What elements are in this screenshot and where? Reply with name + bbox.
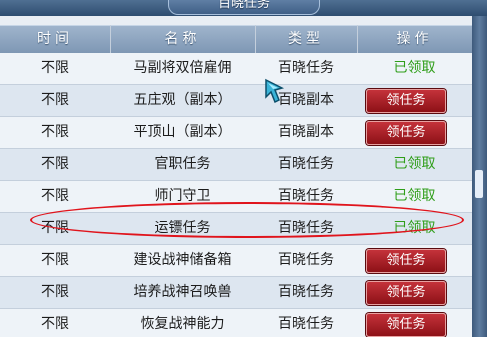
table-row[interactable]: 不限 恢复战神能力 百晓任务 领任务 (0, 309, 472, 337)
accept-task-button[interactable]: 领任务 (366, 89, 446, 113)
accept-task-button[interactable]: 领任务 (366, 313, 446, 337)
task-type-cell: 百晓任务 (278, 284, 334, 300)
accept-task-button[interactable]: 领任务 (366, 121, 446, 145)
task-name-cell: 恢复战神能力 (140, 316, 225, 332)
table-row[interactable]: 不限 官职任务 百晓任务 已领取 (0, 149, 472, 181)
window-title: 百晓任务 (168, 0, 320, 15)
highlight-annotation (30, 202, 464, 238)
time-cell: 不限 (41, 252, 69, 268)
table-row[interactable]: 不限 建设战神储备箱 百晓任务 领任务 (0, 245, 472, 277)
claimed-status: 已领取 (393, 156, 436, 172)
action-cell: 领任务 (357, 277, 472, 308)
action-cell: 领任务 (357, 245, 472, 276)
column-header-action: 操作 (396, 31, 433, 47)
column-header-time: 时间 (37, 31, 73, 47)
scrollbar[interactable] (472, 16, 487, 337)
table-row[interactable]: 不限 平顶山（副本） 百晓副本 领任务 (0, 117, 472, 149)
time-cell: 不限 (41, 92, 69, 108)
table-row[interactable]: 不限 五庄观（副本） 百晓副本 领任务 (0, 85, 472, 117)
game-cursor-icon (265, 78, 285, 104)
task-name-cell: 马副将双倍雇佣 (133, 60, 232, 76)
action-cell: 领任务 (357, 309, 472, 337)
time-cell: 不限 (41, 316, 69, 332)
task-type-cell: 百晓副本 (278, 124, 334, 140)
task-name-cell: 建设战神储备箱 (133, 252, 232, 268)
table-row[interactable]: 不限 培养战神召唤兽 百晓任务 领任务 (0, 277, 472, 309)
claimed-status: 已领取 (393, 188, 436, 204)
column-header-name: 名称 (164, 31, 201, 47)
task-name-cell: 官职任务 (154, 156, 211, 172)
task-name-cell: 平顶山（副本） (133, 124, 232, 140)
task-type-cell: 百晓任务 (278, 156, 334, 172)
window-title-bar: 百晓任务 (0, 0, 487, 16)
task-type-cell: 百晓任务 (278, 252, 334, 268)
time-cell: 不限 (41, 60, 69, 76)
task-name-cell: 五庄观（副本） (133, 92, 232, 108)
task-type-cell: 百晓任务 (278, 316, 334, 332)
task-list: 不限 马副将双倍雇佣 百晓任务 已领取 不限 五庄观（副本） 百晓副本 领任务 不限 平顶山（副本… (0, 53, 472, 337)
time-cell: 不限 (41, 156, 69, 172)
action-cell: 领任务 (357, 85, 472, 116)
task-name-cell: 培养战神召唤兽 (133, 284, 232, 300)
column-header-type: 类型 (288, 31, 324, 47)
table-header: 时间 名称 类型 操作 (0, 25, 472, 54)
action-cell: 已领取 (357, 53, 472, 84)
claimed-status: 已领取 (393, 60, 436, 76)
scrollbar-thumb[interactable] (475, 170, 483, 198)
accept-task-button[interactable]: 领任务 (366, 249, 446, 273)
task-panel: 时间 名称 类型 操作 不限 马副将双倍雇佣 百晓任务 已领取 不限 五庄观（副本） 百晓副… (0, 16, 472, 337)
time-cell: 不限 (41, 284, 69, 300)
accept-task-button[interactable]: 领任务 (366, 281, 446, 305)
table-row[interactable]: 不限 马副将双倍雇佣 百晓任务 已领取 (0, 53, 472, 85)
time-cell: 不限 (41, 124, 69, 140)
action-cell: 领任务 (357, 117, 472, 148)
action-cell: 已领取 (357, 149, 472, 180)
